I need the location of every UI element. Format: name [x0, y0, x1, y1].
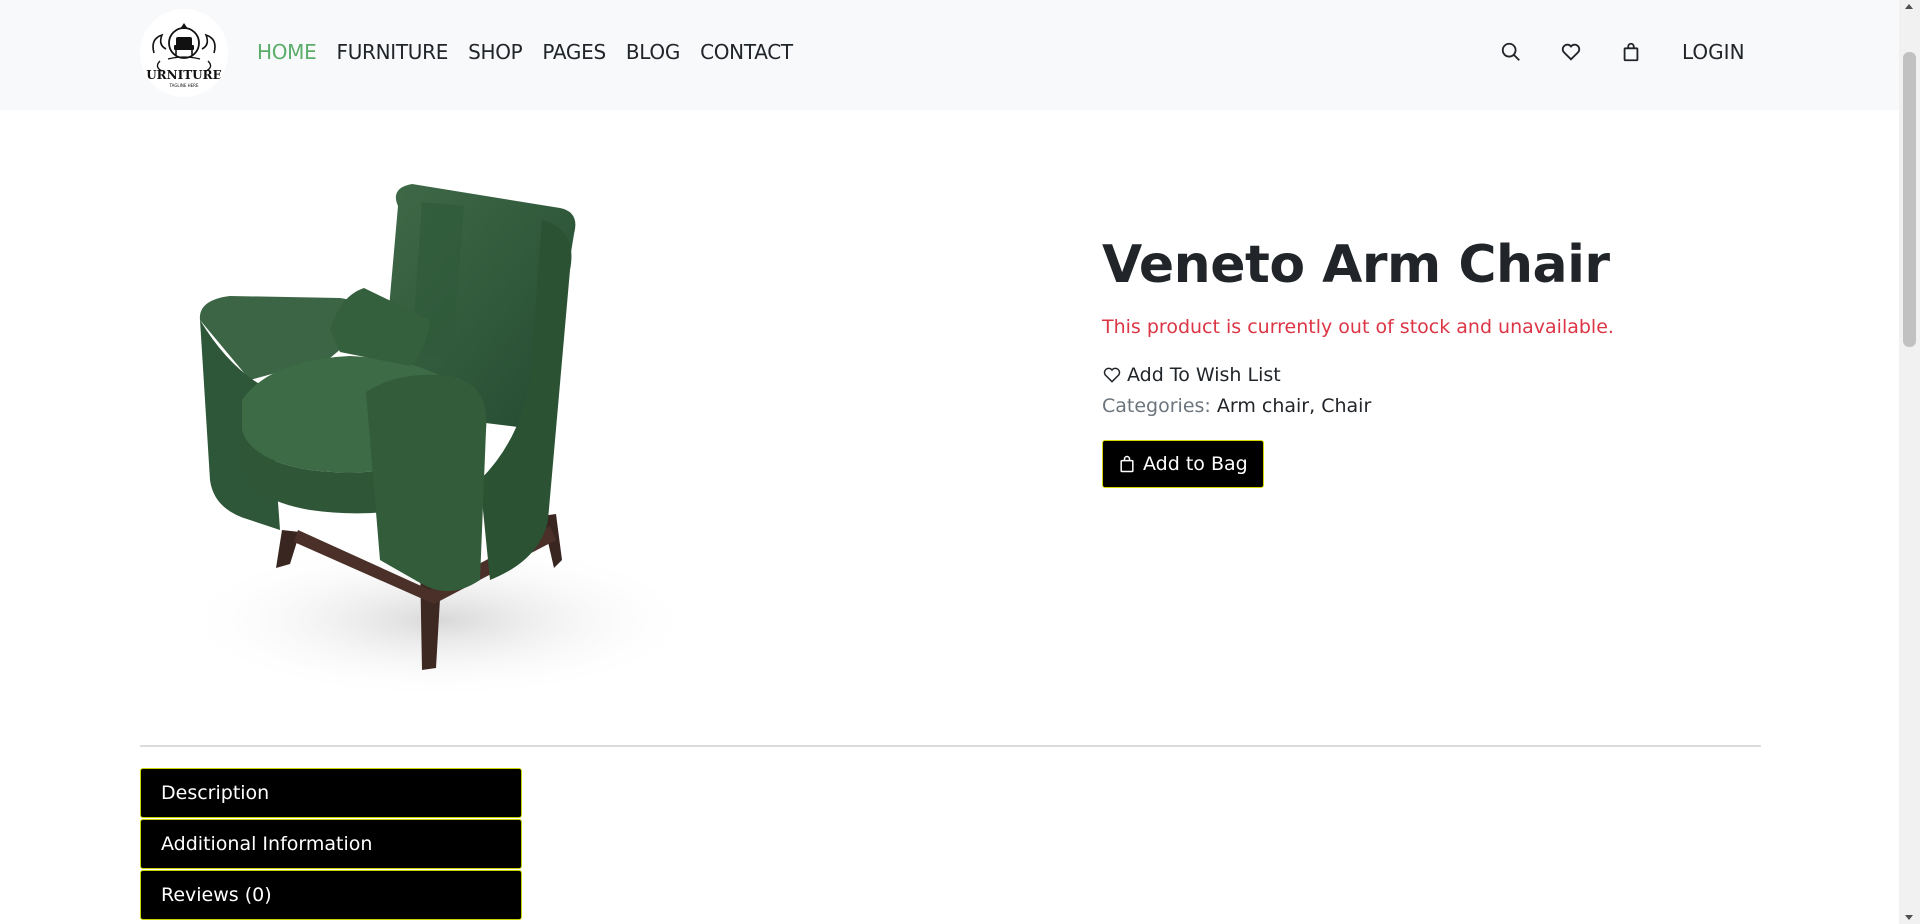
- nav-blog[interactable]: BLOG: [626, 38, 681, 66]
- page-scrollbar[interactable]: [1899, 0, 1920, 924]
- nav-furniture[interactable]: FURNITURE: [336, 38, 448, 66]
- svg-text:URNITURE: URNITURE: [146, 68, 222, 82]
- brand-logo[interactable]: URNITURE TAGLINE HERE: [140, 9, 228, 97]
- heart-icon[interactable]: [1558, 39, 1584, 65]
- section-divider: [140, 745, 1761, 747]
- product-categories: Categories: Arm chair, Chair: [1102, 393, 1802, 419]
- wishlist-label: Add To Wish List: [1127, 364, 1281, 386]
- category-link-chair[interactable]: Chair: [1321, 395, 1371, 417]
- nav-actions: LOGIN: [1498, 38, 1745, 66]
- scroll-down-arrow-icon[interactable]: [1905, 915, 1913, 920]
- category-separator: ,: [1309, 395, 1322, 417]
- category-link-arm-chair[interactable]: Arm chair: [1217, 395, 1309, 417]
- add-to-bag-button[interactable]: Add to Bag: [1102, 440, 1264, 488]
- add-to-wishlist-link[interactable]: Add To Wish List: [1102, 362, 1802, 388]
- armchair-illustration: [180, 184, 700, 700]
- stock-status-message: This product is currently out of stock a…: [1102, 316, 1614, 338]
- nav-home[interactable]: HOME: [257, 38, 317, 66]
- main-nav: HOME FURNITURE SHOP PAGES BLOG CONTACT: [257, 38, 813, 66]
- search-icon[interactable]: [1498, 39, 1524, 65]
- heart-icon: [1103, 367, 1121, 383]
- product-info: Veneto Arm Chair This product is current…: [1102, 230, 1802, 488]
- add-to-bag-label: Add to Bag: [1143, 453, 1248, 475]
- categories-label: Categories:: [1102, 395, 1211, 417]
- product-tabs: Description Additional Information Revie…: [140, 768, 522, 921]
- product-image: [180, 180, 750, 710]
- nav-pages[interactable]: PAGES: [542, 38, 606, 66]
- scroll-up-arrow-icon[interactable]: [1905, 4, 1913, 9]
- svg-text:TAGLINE HERE: TAGLINE HERE: [169, 83, 199, 88]
- top-navbar: URNITURE TAGLINE HERE HOME FURNITURE SHO…: [0, 0, 1899, 110]
- shopping-bag-icon: [1120, 455, 1134, 473]
- login-link[interactable]: LOGIN: [1682, 38, 1745, 66]
- logo-emblem-icon: URNITURE TAGLINE HERE: [140, 9, 228, 97]
- shopping-bag-icon[interactable]: [1618, 39, 1644, 65]
- nav-shop[interactable]: SHOP: [468, 38, 523, 66]
- product-title: Veneto Arm Chair: [1102, 235, 1610, 295]
- nav-contact[interactable]: CONTACT: [700, 38, 793, 66]
- tab-description[interactable]: Description: [140, 768, 522, 818]
- scrollbar-thumb[interactable]: [1903, 52, 1916, 347]
- tab-additional-information[interactable]: Additional Information: [140, 819, 522, 869]
- tab-reviews[interactable]: Reviews (0): [140, 870, 522, 920]
